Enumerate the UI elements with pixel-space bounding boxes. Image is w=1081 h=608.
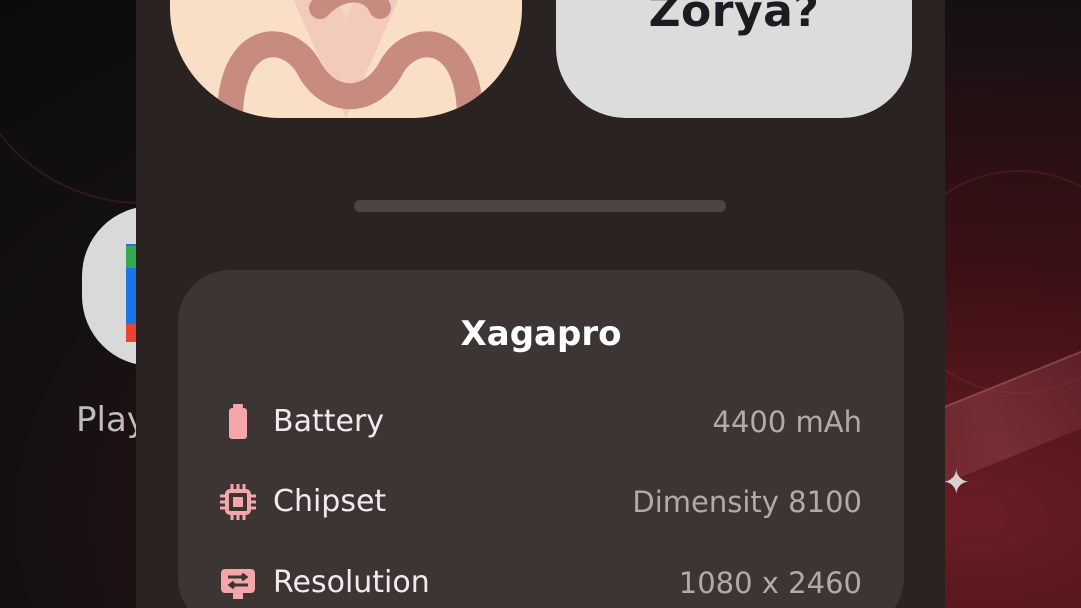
info-value: 4400 mAh (712, 405, 863, 439)
device-name: Xagapro (460, 314, 622, 354)
sparkle-icon: ✦ (942, 463, 971, 503)
device-info-card: Xagapro Battery 4400 mAh Chipset Dimensi… (178, 270, 904, 608)
illustration-tile[interactable] (170, 0, 522, 118)
home-screen: ✦ Play Zorya? Xagapro Battery 4400 mAh C… (0, 0, 1081, 608)
chipset-icon (218, 482, 258, 522)
info-label: Resolution (273, 565, 430, 600)
info-row-chipset: Chipset Dimensity 8100 (218, 480, 862, 524)
rom-name-text: Zorya? (648, 0, 820, 37)
info-row-battery: Battery 4400 mAh (218, 400, 862, 444)
info-row-resolution: Resolution 1080 x 2460 (218, 561, 862, 605)
info-value: Dimensity 8100 (632, 485, 862, 519)
battery-icon (218, 402, 258, 442)
rom-name-tile[interactable]: Zorya? (556, 0, 912, 118)
illustration-face (217, 0, 483, 118)
info-label: Battery (273, 404, 385, 439)
bottom-sheet: Zorya? Xagapro Battery 4400 mAh Chipset … (136, 0, 945, 608)
info-label: Chipset (273, 484, 387, 519)
drag-handle[interactable] (354, 200, 726, 212)
info-value: 1080 x 2460 (678, 566, 862, 600)
resolution-icon (218, 563, 258, 603)
